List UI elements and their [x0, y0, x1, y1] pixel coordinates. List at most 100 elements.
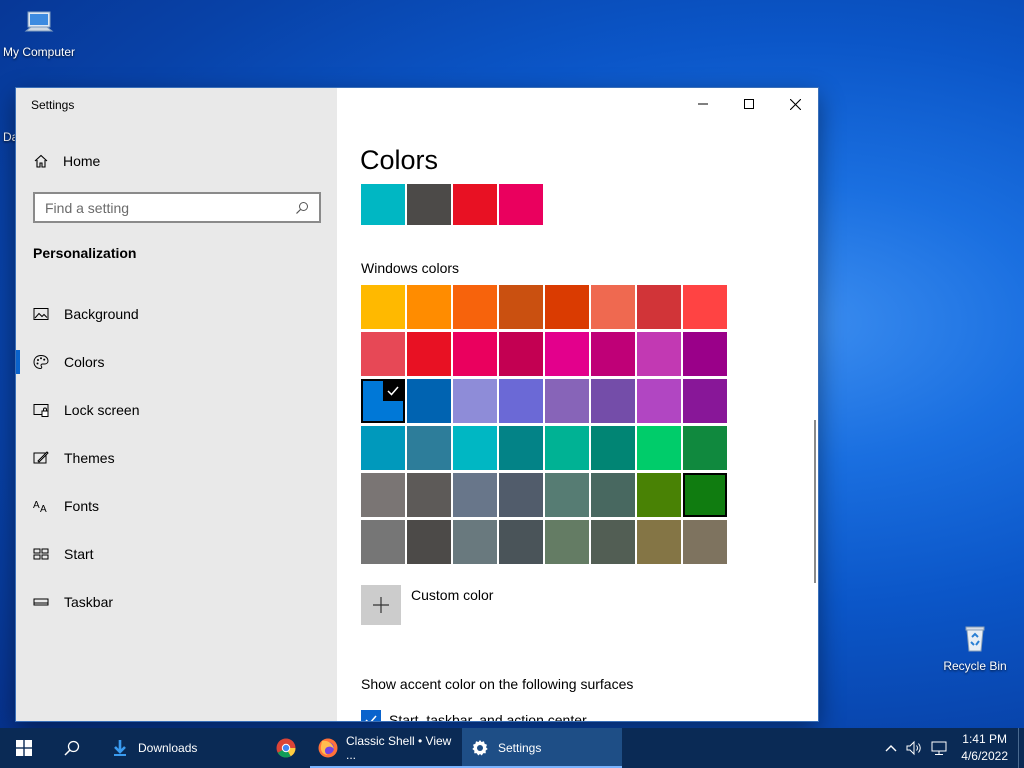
settings-content: Colors Windows colors Custom color Show …	[337, 88, 818, 721]
taskbar-app-settings[interactable]: Settings	[462, 728, 622, 768]
color-swatch[interactable]	[499, 332, 543, 376]
color-swatch[interactable]	[499, 285, 543, 329]
color-swatch[interactable]	[361, 426, 405, 470]
recent-color-swatch[interactable]	[407, 184, 451, 225]
sidebar-item-start[interactable]: Start	[16, 530, 337, 578]
color-swatch[interactable]	[361, 285, 405, 329]
scrollbar-thumb[interactable]	[814, 420, 816, 583]
sidebar-item-colors[interactable]: Colors	[16, 338, 337, 386]
taskbar-clock[interactable]: 1:41 PM 4/6/2022	[951, 731, 1018, 765]
color-swatch[interactable]	[407, 426, 451, 470]
search-input[interactable]	[45, 199, 295, 216]
color-swatch[interactable]	[361, 332, 405, 376]
color-swatch[interactable]	[499, 426, 543, 470]
color-swatch[interactable]	[499, 473, 543, 517]
color-swatch[interactable]	[545, 285, 589, 329]
recent-color-swatch[interactable]	[453, 184, 497, 225]
start-taskbar-checkbox-row[interactable]: Start, taskbar, and action center	[361, 710, 587, 721]
search-box[interactable]	[33, 192, 321, 223]
custom-color-button[interactable]: Custom color	[361, 585, 493, 625]
sidebar-item-label: Colors	[64, 354, 105, 370]
color-swatch[interactable]	[591, 332, 635, 376]
search-icon	[296, 201, 308, 214]
show-desktop-button[interactable]	[1018, 728, 1024, 768]
sidebar-item-label: Background	[64, 306, 139, 322]
color-swatch[interactable]	[361, 379, 405, 423]
minimize-button[interactable]	[680, 88, 726, 120]
desktop-icon-my-computer[interactable]: My Computer	[0, 8, 81, 59]
color-swatch[interactable]	[407, 520, 451, 564]
recent-color-swatch[interactable]	[361, 184, 405, 225]
personalization-nav: Background Colors Lock screen Themes A A…	[16, 290, 337, 626]
color-swatch[interactable]	[453, 426, 497, 470]
close-button[interactable]	[772, 88, 818, 120]
checkmark-icon	[365, 715, 377, 721]
settings-sidebar: Settings Home Personalization Background	[16, 88, 337, 721]
taskbar-icon	[33, 598, 49, 606]
color-swatch[interactable]	[453, 332, 497, 376]
color-swatch[interactable]	[683, 285, 727, 329]
color-swatch[interactable]	[591, 473, 635, 517]
gear-icon	[470, 738, 490, 758]
color-swatch[interactable]	[545, 473, 589, 517]
color-swatch[interactable]	[637, 285, 681, 329]
color-swatch[interactable]	[591, 285, 635, 329]
sidebar-item-label: Taskbar	[64, 594, 114, 610]
color-swatch[interactable]	[545, 426, 589, 470]
color-swatch[interactable]	[545, 332, 589, 376]
color-swatch[interactable]	[591, 520, 635, 564]
search-button[interactable]	[48, 728, 96, 768]
volume-button[interactable]	[903, 728, 927, 768]
color-swatch[interactable]	[407, 332, 451, 376]
color-swatch[interactable]	[407, 473, 451, 517]
color-swatch[interactable]	[361, 473, 405, 517]
color-swatch[interactable]	[499, 520, 543, 564]
sidebar-item-lock-screen[interactable]: Lock screen	[16, 386, 337, 434]
maximize-button[interactable]	[726, 88, 772, 120]
color-swatch[interactable]	[637, 379, 681, 423]
color-swatch[interactable]	[637, 473, 681, 517]
color-swatch[interactable]	[637, 426, 681, 470]
color-swatch[interactable]	[591, 379, 635, 423]
show-hidden-icons-button[interactable]	[879, 728, 903, 768]
color-swatch[interactable]	[361, 520, 405, 564]
start-button[interactable]	[0, 728, 48, 768]
sidebar-item-background[interactable]: Background	[16, 290, 337, 338]
desktop-icon-label: My Computer	[2, 45, 76, 59]
checkmark-icon	[383, 381, 403, 401]
themes-icon	[33, 451, 49, 464]
color-swatch[interactable]	[637, 520, 681, 564]
color-swatch[interactable]	[683, 379, 727, 423]
color-swatch[interactable]	[683, 332, 727, 376]
color-swatch[interactable]	[453, 285, 497, 329]
svg-text:A: A	[40, 504, 47, 514]
color-swatch[interactable]	[453, 379, 497, 423]
recent-colors	[361, 184, 545, 225]
color-swatch[interactable]	[591, 426, 635, 470]
color-swatch[interactable]	[637, 332, 681, 376]
desktop-icon-recycle-bin[interactable]: Recycle Bin	[933, 622, 1017, 673]
taskbar-app-firefox[interactable]: Classic Shell • View ...	[310, 728, 462, 768]
color-swatch[interactable]	[545, 379, 589, 423]
color-swatch[interactable]	[453, 520, 497, 564]
recent-color-swatch[interactable]	[499, 184, 543, 225]
taskbar-app-chrome[interactable]	[262, 728, 310, 768]
color-swatch[interactable]	[407, 379, 451, 423]
taskbar-app-downloads[interactable]: Downloads	[102, 728, 262, 768]
sidebar-item-themes[interactable]: Themes	[16, 434, 337, 482]
nav-home[interactable]: Home	[33, 150, 100, 172]
color-swatch[interactable]	[683, 426, 727, 470]
sidebar-item-taskbar[interactable]: Taskbar	[16, 578, 337, 626]
color-swatch[interactable]	[683, 473, 727, 517]
sidebar-item-fonts[interactable]: A A Fonts	[16, 482, 337, 530]
network-button[interactable]	[927, 728, 951, 768]
sidebar-item-label: Themes	[64, 450, 115, 466]
color-swatch[interactable]	[683, 520, 727, 564]
color-swatch[interactable]	[453, 473, 497, 517]
color-swatch[interactable]	[545, 520, 589, 564]
color-swatch[interactable]	[407, 285, 451, 329]
plus-icon	[361, 585, 401, 625]
color-swatch[interactable]	[499, 379, 543, 423]
search-icon	[64, 740, 80, 756]
start-taskbar-checkbox[interactable]	[361, 710, 381, 721]
